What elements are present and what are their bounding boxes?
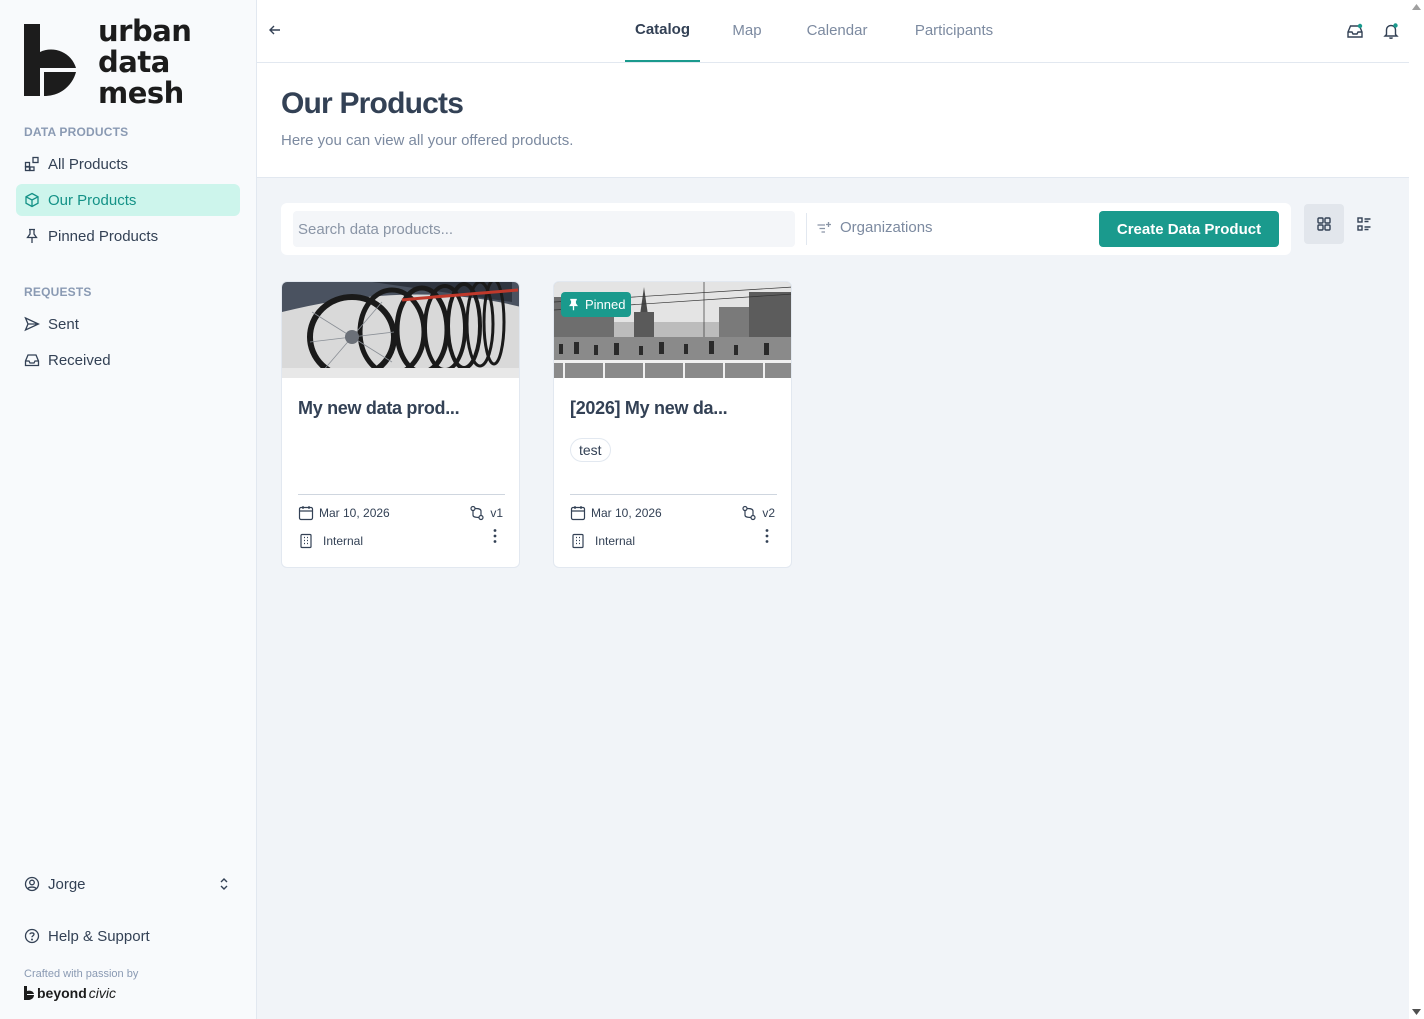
crafted-by-text: Crafted with passion by <box>24 968 139 980</box>
building-icon <box>300 533 312 549</box>
chevron-up-down-icon <box>220 878 228 890</box>
inbox-notification-icon[interactable] <box>1346 22 1364 40</box>
beyond-civic-logo[interactable]: beyond civic <box>24 985 116 1001</box>
user-menu[interactable]: Jorge <box>16 868 240 900</box>
user-name: Jorge <box>48 875 86 893</box>
send-icon <box>24 316 40 332</box>
sidebar-item-all-products[interactable]: All Products <box>16 148 240 180</box>
product-date: Mar 10, 2026 <box>570 505 662 521</box>
inbox-icon <box>24 354 40 367</box>
product-visibility: Internal <box>570 533 635 549</box>
sidebar-item-label: Pinned Products <box>48 227 159 245</box>
back-arrow-icon[interactable] <box>267 22 283 38</box>
version-icon <box>470 505 484 521</box>
beyond-logo-icon <box>24 986 34 1000</box>
tab-calendar[interactable]: Calendar <box>802 0 872 62</box>
product-card[interactable]: My new data prod... Mar 10, 2026 v1 Inte… <box>281 281 520 568</box>
pin-icon <box>26 228 38 243</box>
product-date: Mar 10, 2026 <box>298 505 390 521</box>
filter-toolbar: Organizations Create Data Product <box>281 203 1291 255</box>
cube-icon <box>25 192 39 208</box>
grid-icon <box>1317 217 1331 231</box>
product-thumbnail: Pinned <box>554 282 791 378</box>
view-toggle <box>1304 204 1384 244</box>
tab-catalog[interactable]: Catalog <box>625 0 700 62</box>
page-subtitle: Here you can view all your offered produ… <box>281 132 574 149</box>
list-icon <box>1357 217 1371 231</box>
sidebar-item-our-products[interactable]: Our Products <box>16 184 240 216</box>
page-header: Our Products Here you can view all your … <box>257 63 1409 178</box>
sidebar-item-received[interactable]: Received <box>16 344 240 376</box>
page-title: Our Products <box>281 87 464 120</box>
bicycles-image <box>282 282 519 378</box>
product-title: My new data prod... <box>298 398 460 418</box>
sidebar: urban data mesh DATA PRODUCTS All Produc… <box>0 0 257 1019</box>
help-circle-icon <box>24 928 40 944</box>
toolbar-divider <box>806 213 807 245</box>
tab-participants[interactable]: Participants <box>909 0 999 62</box>
product-version: v1 <box>469 505 503 521</box>
filter-sparkle-icon <box>817 221 831 233</box>
card-divider <box>298 494 505 495</box>
product-tag[interactable]: test <box>570 438 611 462</box>
tab-map[interactable]: Map <box>727 0 767 62</box>
product-card[interactable]: Pinned [2026] My new da... test Mar 10, … <box>553 281 792 568</box>
calendar-icon <box>298 506 314 521</box>
scroll-down-icon[interactable] <box>1412 1008 1421 1016</box>
top-navigation: Catalog Map Calendar Participants <box>257 0 1409 63</box>
sidebar-item-pinned-products[interactable]: Pinned Products <box>16 220 240 252</box>
more-options-icon[interactable] <box>487 528 503 544</box>
card-divider <box>570 494 777 495</box>
organizations-filter[interactable]: Organizations <box>816 219 933 236</box>
list-view-button[interactable] <box>1344 204 1384 244</box>
sidebar-item-label: All Products <box>48 155 129 173</box>
section-label-requests: REQUESTS <box>24 285 92 299</box>
calendar-icon <box>570 506 586 521</box>
pinned-badge: Pinned <box>561 292 632 317</box>
user-circle-icon <box>24 876 40 892</box>
product-version: v2 <box>741 505 775 521</box>
product-thumbnail <box>282 282 519 378</box>
building-icon <box>572 533 584 549</box>
logo-mark-icon <box>24 24 76 96</box>
page-scrollbar[interactable] <box>1409 0 1424 1019</box>
pin-filled-icon <box>569 298 578 311</box>
create-data-product-button[interactable]: Create Data Product <box>1099 211 1279 247</box>
search-input[interactable] <box>293 211 795 247</box>
product-visibility: Internal <box>298 533 363 549</box>
organizations-label: Organizations <box>840 219 933 236</box>
brand-wordmark: urban data mesh <box>98 14 192 110</box>
section-label-data-products: DATA PRODUCTS <box>24 125 129 139</box>
more-options-icon[interactable] <box>759 528 775 544</box>
sidebar-item-label: Our Products <box>48 191 137 209</box>
grid-view-button[interactable] <box>1304 204 1344 244</box>
sidebar-item-label: Sent <box>48 315 79 333</box>
product-title: [2026] My new da... <box>570 398 728 418</box>
help-support-link[interactable]: Help & Support <box>16 920 240 952</box>
version-icon <box>742 505 756 521</box>
scroll-up-icon[interactable] <box>1412 3 1421 11</box>
boxes-icon <box>24 156 39 172</box>
sidebar-item-label: Received <box>48 351 111 369</box>
help-support-label: Help & Support <box>48 927 150 945</box>
main-content: Organizations Create Data Product <box>257 178 1409 1019</box>
bell-icon[interactable] <box>1382 22 1400 40</box>
brand-logo[interactable]: urban data mesh <box>24 14 192 110</box>
sidebar-item-sent[interactable]: Sent <box>16 308 240 340</box>
